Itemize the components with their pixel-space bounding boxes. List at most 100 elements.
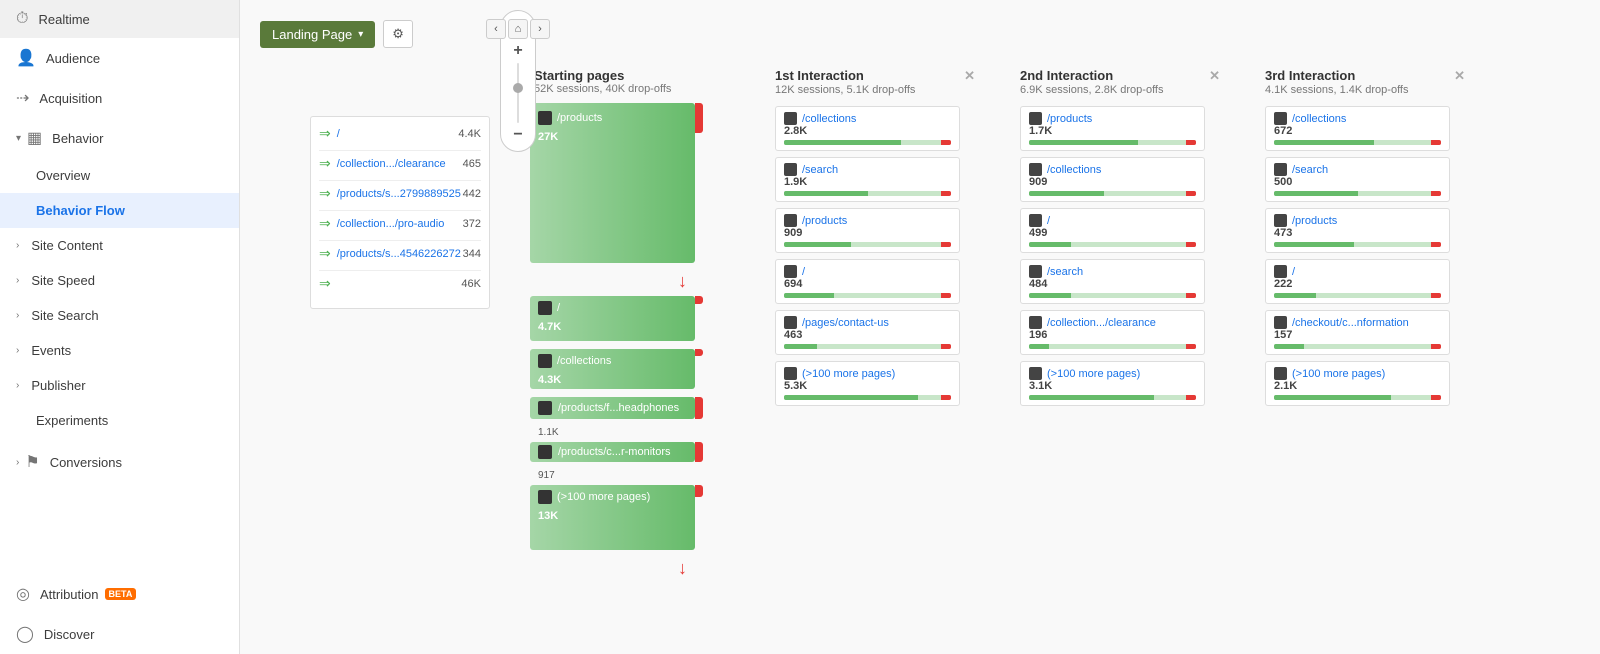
node-bar xyxy=(1029,140,1196,145)
int-node-checkout-3[interactable]: /checkout/c...nformation 157 xyxy=(1265,310,1450,355)
sidebar-item-conversions[interactable]: › ⚑ Conversions xyxy=(0,442,239,482)
zoom-controls: ‹ ⌂ › + − xyxy=(500,10,536,152)
node-bar xyxy=(1274,191,1441,196)
node-bar xyxy=(784,191,951,196)
interaction-1-nodes: /collections 2.8K /search 1.9K /products… xyxy=(775,106,975,412)
close-interaction-2-button[interactable]: ✕ xyxy=(1209,68,1220,84)
entry-arrow-icon: ⇒ xyxy=(319,185,331,202)
entry-row: ⇒ /collection.../pro-audio 372 xyxy=(319,215,481,232)
int-node-collections-3[interactable]: /collections 672 xyxy=(1265,106,1450,151)
node-icon xyxy=(784,265,797,278)
int-node-more-1[interactable]: (>100 more pages) 5.3K xyxy=(775,361,960,406)
node-icon xyxy=(784,316,797,329)
headphones-page-icon xyxy=(538,401,552,415)
node-icon xyxy=(1274,112,1287,125)
int-node-home-1[interactable]: / 694 xyxy=(775,259,960,304)
node-icon xyxy=(1029,367,1042,380)
entry-arrow-icon: ⇒ xyxy=(319,125,331,142)
close-interaction-3-button[interactable]: ✕ xyxy=(1454,68,1465,84)
node-icon xyxy=(1029,163,1042,176)
sidebar-item-attribution[interactable]: ◎ Attribution BETA xyxy=(0,574,239,614)
node-bar xyxy=(1029,242,1196,247)
node-bar xyxy=(1274,293,1441,298)
acquisition-icon: ⇢ xyxy=(16,88,29,108)
landing-page-dropdown[interactable]: Landing Page ▾ xyxy=(260,21,375,48)
vis-node-monitors[interactable]: /products/c...r-monitors xyxy=(530,442,695,462)
close-interaction-1-button[interactable]: ✕ xyxy=(964,68,975,84)
int-node-contact-1[interactable]: /pages/contact-us 463 xyxy=(775,310,960,355)
sidebar-item-events[interactable]: › Events xyxy=(0,333,239,368)
sidebar-item-acquisition[interactable]: ⇢ Acquisition xyxy=(0,78,239,118)
interaction-1-column: 1st Interaction ✕ 12K sessions, 5.1K dro… xyxy=(775,68,975,412)
home-dropoff-bar xyxy=(695,296,703,304)
vis-node-more-pages[interactable]: (>100 more pages) 13K xyxy=(530,485,695,550)
starting-pages-title: Starting pages xyxy=(534,68,726,83)
int-node-more-3[interactable]: (>100 more pages) 2.1K xyxy=(1265,361,1450,406)
entry-row: ⇒ 46K xyxy=(319,275,481,292)
main-content: Landing Page ▾ ⚙ ‹ ⌂ › + − xyxy=(240,0,1600,654)
sidebar-item-discover[interactable]: ◯ Discover xyxy=(0,614,239,654)
int-node-search-2[interactable]: /search 484 xyxy=(1020,259,1205,304)
sidebar-item-experiments[interactable]: Experiments xyxy=(0,403,239,438)
beta-badge: BETA xyxy=(105,588,137,600)
collections-dropoff-bar xyxy=(695,349,703,356)
int-node-home-3[interactable]: / 222 xyxy=(1265,259,1450,304)
sidebar-item-behavior-flow[interactable]: Behavior Flow xyxy=(0,193,239,228)
starting-pages-header: Starting pages 52K sessions, 40K drop-of… xyxy=(530,68,730,95)
node-bar xyxy=(784,395,951,400)
interaction-2-header: 2nd Interaction ✕ 6.9K sessions, 2.8K dr… xyxy=(1020,68,1220,96)
node-icon xyxy=(784,367,797,380)
node-bar xyxy=(784,140,951,145)
sidebar-item-site-content[interactable]: › Site Content xyxy=(0,228,239,263)
entry-divider xyxy=(319,210,481,211)
int-node-products-2[interactable]: /products 1.7K xyxy=(1020,106,1205,151)
zoom-minus-button[interactable]: − xyxy=(513,127,522,143)
flow-scroll: ⇒ / 4.4K ⇒ /collection.../clearance 465 xyxy=(310,64,1580,579)
sidebar-item-site-speed[interactable]: › Site Speed xyxy=(0,263,239,298)
interaction-3-header: 3rd Interaction ✕ 4.1K sessions, 1.4K dr… xyxy=(1265,68,1465,96)
int-node-products-1[interactable]: /products 909 xyxy=(775,208,960,253)
zoom-left-button[interactable]: ‹ xyxy=(486,19,506,39)
entry-row: ⇒ /collection.../clearance 465 xyxy=(319,155,481,172)
int-node-more-2[interactable]: (>100 more pages) 3.1K xyxy=(1020,361,1205,406)
entry-arrow-icon: ⇒ xyxy=(319,245,331,262)
int-node-clearance-2[interactable]: /collection.../clearance 196 xyxy=(1020,310,1205,355)
int-node-collections-1[interactable]: /collections 2.8K xyxy=(775,106,960,151)
interaction-2-nodes: /products 1.7K /collections 909 / 499 xyxy=(1020,106,1220,412)
zoom-nav: ‹ ⌂ › xyxy=(486,19,550,39)
sidebar-item-site-search[interactable]: › Site Search xyxy=(0,298,239,333)
int-node-products-3[interactable]: /products 473 xyxy=(1265,208,1450,253)
entry-arrow-icon: ⇒ xyxy=(319,215,331,232)
sidebar-item-realtime[interactable]: ⏱ Realtime xyxy=(0,0,239,38)
vis-node-home[interactable]: / 4.7K xyxy=(530,296,695,341)
vis-node-collections[interactable]: /collections 4.3K xyxy=(530,349,695,389)
node-bar xyxy=(1029,395,1196,400)
vis-node-products[interactable]: /products 27K xyxy=(530,103,695,263)
node-icon xyxy=(1029,214,1042,227)
zoom-home-button[interactable]: ⌂ xyxy=(508,19,528,39)
int-node-collections-2[interactable]: /collections 909 xyxy=(1020,157,1205,202)
dropoff-arrow-1: ↓ xyxy=(530,271,695,292)
dropoff-arrow-2: ↓ xyxy=(530,558,695,579)
int-node-search-1[interactable]: /search 1.9K xyxy=(775,157,960,202)
node-bar xyxy=(784,344,951,349)
settings-button[interactable]: ⚙ xyxy=(383,20,413,48)
int-node-home-2[interactable]: / 499 xyxy=(1020,208,1205,253)
vis-node-headphones[interactable]: /products/f...headphones xyxy=(530,397,695,419)
sidebar: ⏱ Realtime 👤 Audience ⇢ Acquisition ▾ ▦ … xyxy=(0,0,240,654)
sidebar-item-audience[interactable]: 👤 Audience xyxy=(0,38,239,78)
node-bar xyxy=(784,242,951,247)
int-node-search-3[interactable]: /search 500 xyxy=(1265,157,1450,202)
sidebar-item-overview[interactable]: Overview xyxy=(0,158,239,193)
zoom-thumb xyxy=(513,83,523,93)
sidebar-item-behavior[interactable]: ▾ ▦ Behavior xyxy=(0,118,239,158)
zoom-plus-button[interactable]: + xyxy=(513,43,522,59)
behavior-icon: ▦ xyxy=(27,128,42,148)
publisher-chevron-icon: › xyxy=(16,380,19,391)
starting-entries-box: ⇒ / 4.4K ⇒ /collection.../clearance 465 xyxy=(310,116,490,309)
sidebar-item-publisher[interactable]: › Publisher xyxy=(0,368,239,403)
entry-divider xyxy=(319,150,481,151)
zoom-right-button[interactable]: › xyxy=(530,19,550,39)
events-chevron-icon: › xyxy=(16,345,19,356)
node-icon xyxy=(1029,265,1042,278)
